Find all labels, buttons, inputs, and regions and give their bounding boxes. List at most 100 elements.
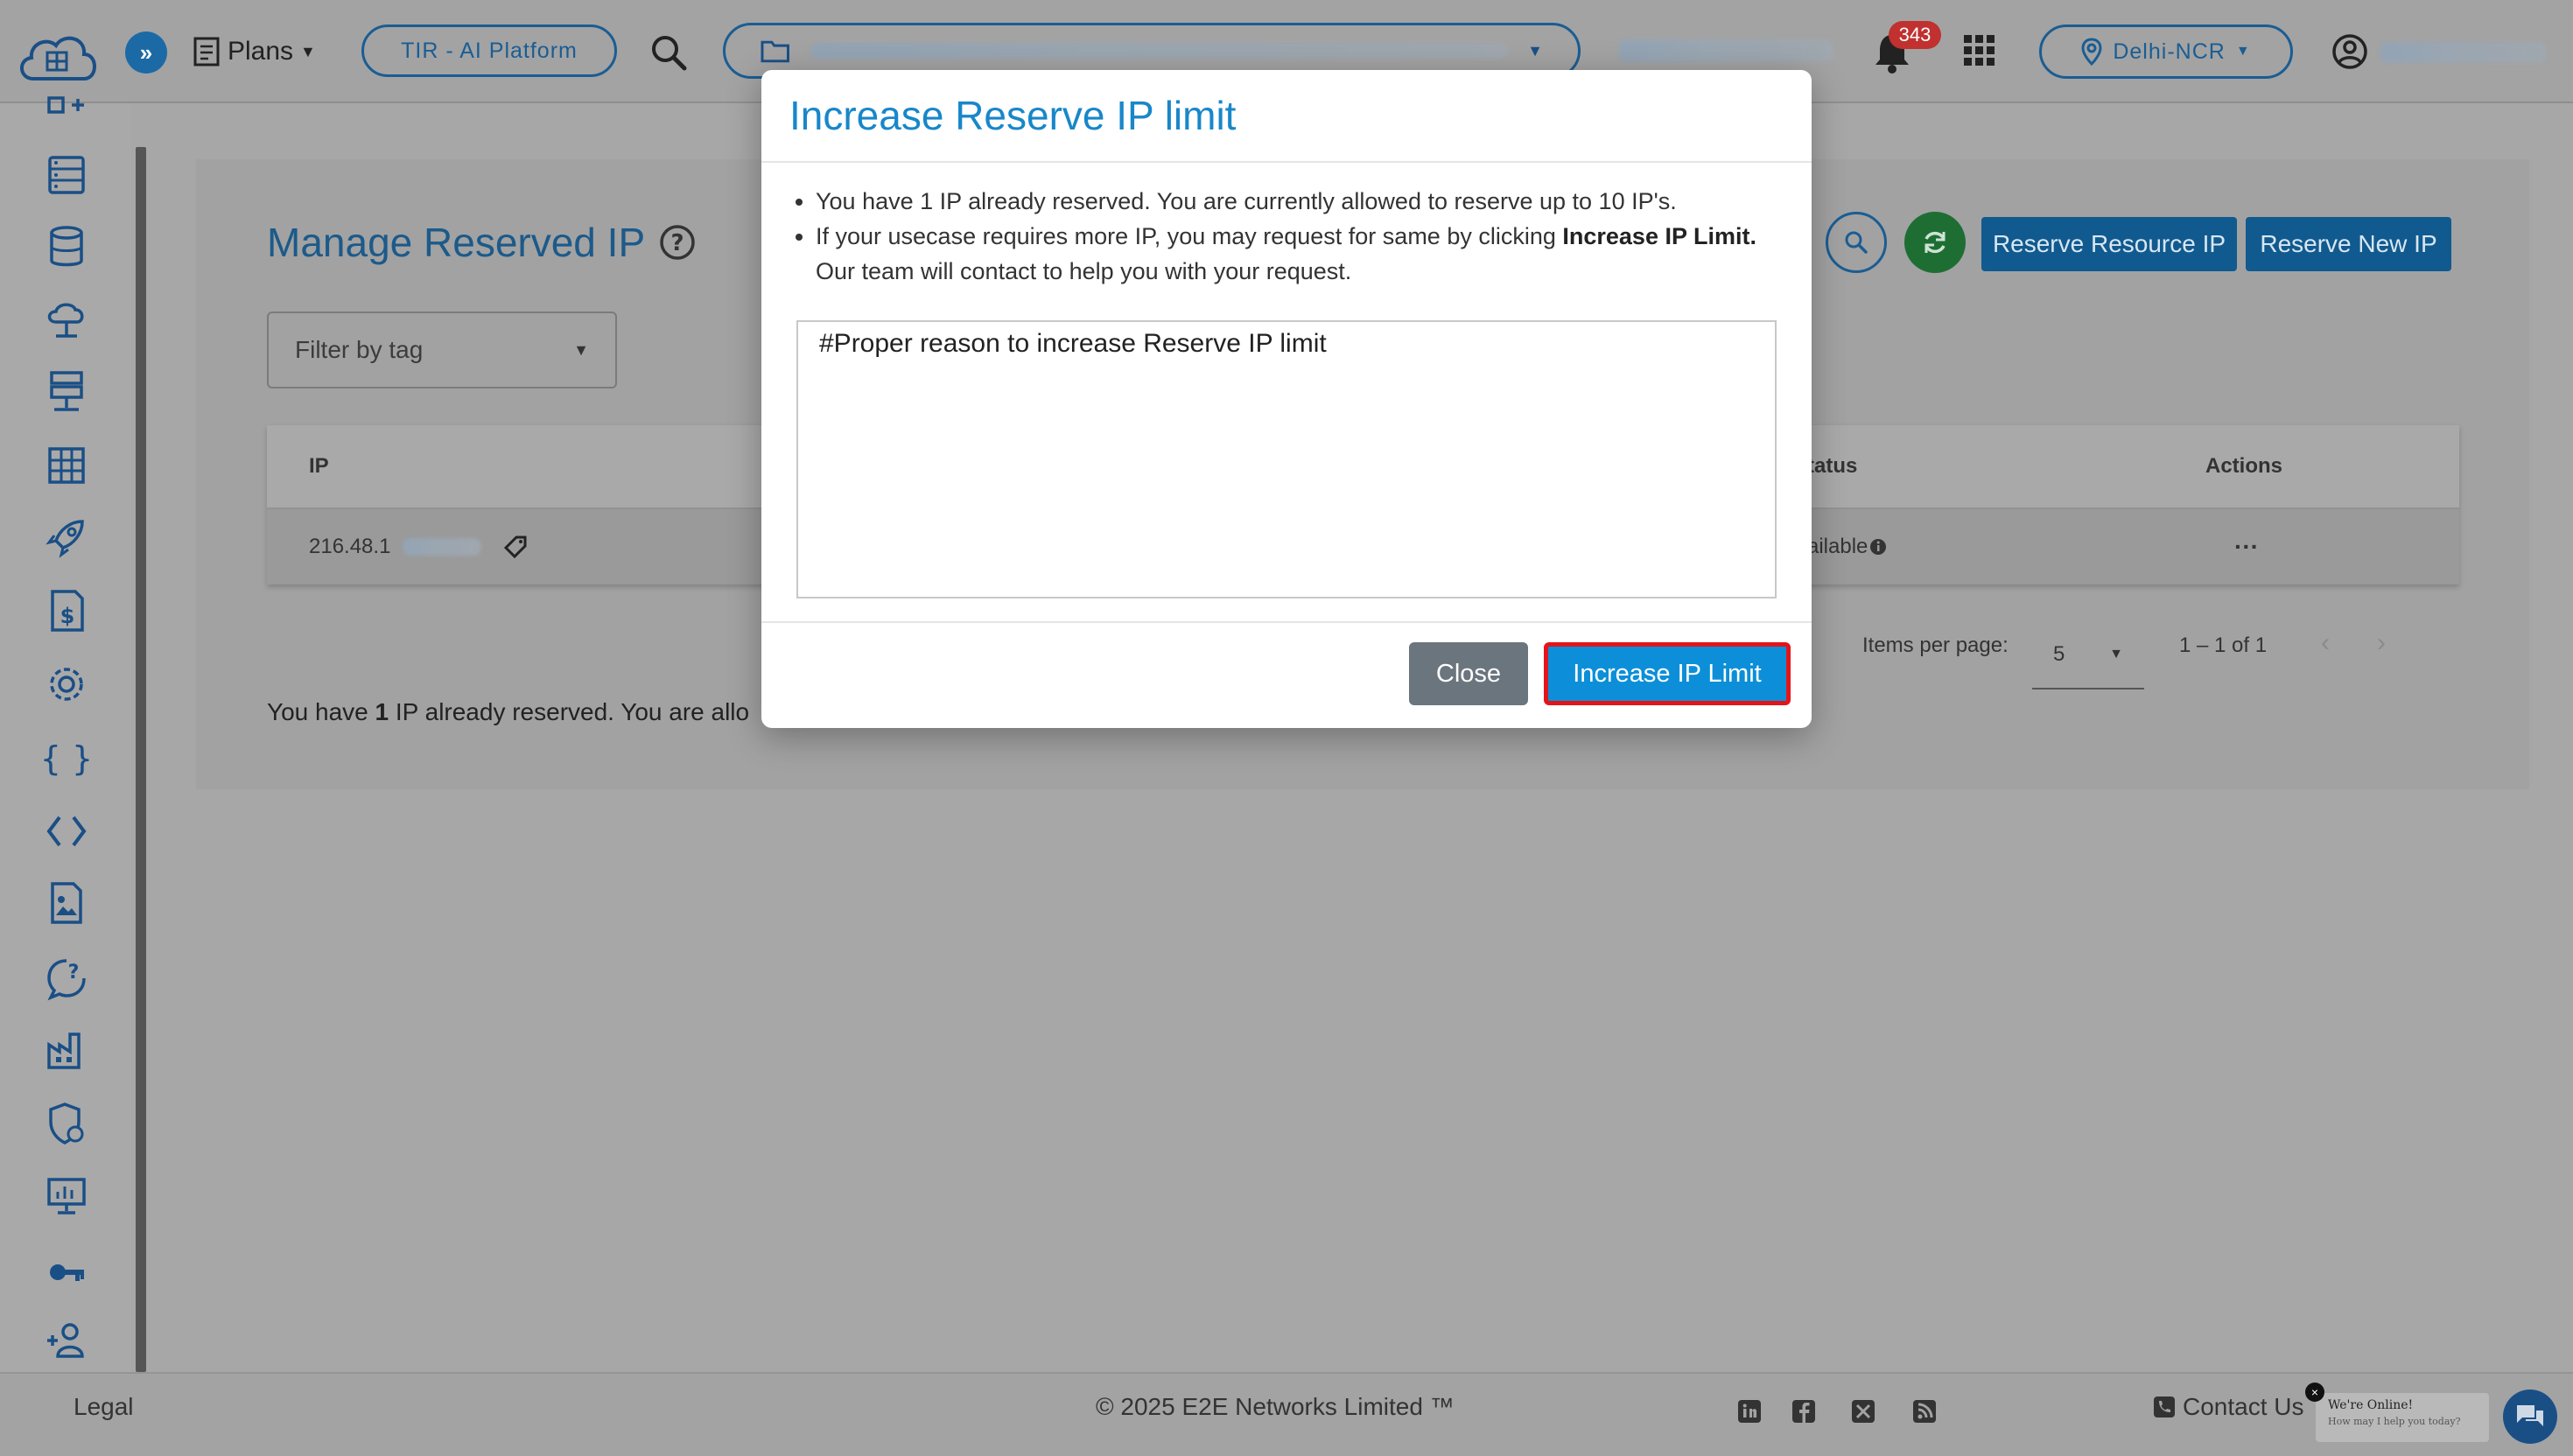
chat-line1: We're Online! xyxy=(2328,1398,2414,1412)
chat-popup[interactable]: We're Online! How may I help you today? xyxy=(2316,1393,2489,1442)
page-title-text: Manage Reserved IP xyxy=(267,220,646,265)
add-user-icon[interactable] xyxy=(44,1318,89,1363)
bullet2-post: Our team will contact to help you with y… xyxy=(816,258,1352,284)
search-icon[interactable] xyxy=(648,32,690,74)
user-email-redacted xyxy=(1619,39,1833,62)
image-file-icon[interactable] xyxy=(44,880,89,926)
chevron-down-icon: ▼ xyxy=(2235,44,2251,59)
refresh-icon xyxy=(1924,231,1946,254)
rocket-icon[interactable] xyxy=(44,514,89,560)
page-size-value: 5 xyxy=(2053,642,2065,666)
list-item: You have 1 IP already reserved. You are … xyxy=(816,184,1787,219)
region-selector[interactable]: Delhi-NCR ▼ xyxy=(2039,24,2293,79)
legal-link[interactable]: Legal xyxy=(74,1393,134,1421)
filter-by-tag-select[interactable]: Filter by tag ▼ xyxy=(267,312,617,388)
account-icon[interactable] xyxy=(2331,33,2368,70)
note-count: 1 xyxy=(375,698,389,725)
pagination-range: 1 – 1 of 1 xyxy=(2179,634,2268,657)
monitor-chart-icon[interactable] xyxy=(44,1172,89,1218)
account-name-redacted xyxy=(2380,42,2547,63)
close-button[interactable]: Close xyxy=(1409,642,1528,705)
x-twitter-icon[interactable] xyxy=(1850,1398,1876,1424)
braces-icon[interactable]: { } xyxy=(40,735,93,780)
phone-icon xyxy=(2154,1396,2175,1418)
add-node-icon[interactable] xyxy=(44,96,89,122)
dialog-title: Increase Reserve IP limit xyxy=(789,93,1237,138)
rss-icon[interactable] xyxy=(1911,1398,1938,1424)
row-actions-menu[interactable]: ··· xyxy=(2234,509,2259,584)
chevron-down-icon: ▼ xyxy=(300,42,316,60)
server-icon[interactable] xyxy=(44,152,89,198)
next-page-icon[interactable]: › xyxy=(2377,628,2386,658)
chat-close-icon[interactable]: × xyxy=(2305,1382,2324,1402)
tir-platform-button[interactable]: TIR - AI Platform xyxy=(361,24,617,77)
help-question-icon[interactable]: ? xyxy=(659,224,696,261)
ip-address: 216.48.1 xyxy=(309,535,391,558)
cloud-logo-icon[interactable] xyxy=(16,26,100,88)
increase-ip-limit-button[interactable]: Increase IP Limit xyxy=(1544,642,1791,705)
note-prefix: You have xyxy=(267,698,375,725)
svg-text:{ }: { } xyxy=(44,739,89,778)
info-icon[interactable] xyxy=(1869,538,1887,556)
page-title: Manage Reserved IP ? xyxy=(267,219,696,266)
filter-placeholder: Filter by tag xyxy=(295,336,424,363)
plans-menu[interactable]: Plans ▼ xyxy=(193,30,316,74)
chat-line2: How may I help you today? xyxy=(2328,1416,2461,1427)
help-chat-icon[interactable]: ? xyxy=(44,956,89,1001)
linkedin-icon[interactable] xyxy=(1736,1398,1763,1424)
caret-down-icon: ▼ xyxy=(2109,647,2123,662)
refresh-button[interactable] xyxy=(1904,212,1966,273)
sidebar-scrollbar[interactable] xyxy=(136,147,146,1372)
caret-down-icon: ▼ xyxy=(573,340,589,359)
chat-bubble-button[interactable] xyxy=(2503,1390,2557,1444)
items-per-page-label: Items per page: xyxy=(1862,634,2009,657)
status-text: ailable xyxy=(1807,535,1868,558)
chevron-down-icon: ▼ xyxy=(1527,41,1543,60)
list-item: If your usecase requires more IP, you ma… xyxy=(816,219,1787,289)
tag-edit-icon[interactable] xyxy=(502,534,529,560)
status-cell: ailable xyxy=(1807,509,1887,584)
reserve-new-ip-button[interactable]: Reserve New IP xyxy=(2246,217,2451,271)
grid-table-icon[interactable] xyxy=(44,443,89,488)
bullet2-pre: If your usecase requires more IP, you ma… xyxy=(816,223,1563,249)
notification-badge: 343 xyxy=(1889,21,1941,49)
column-header-status: tatus xyxy=(1807,454,1858,478)
contact-us-label: Contact Us xyxy=(2183,1393,2304,1420)
ip-redacted xyxy=(403,538,482,556)
region-label: Delhi-NCR xyxy=(2113,38,2226,64)
dialog-body: You have 1 IP already reserved. You are … xyxy=(789,184,1787,289)
plans-doc-icon xyxy=(193,37,220,66)
reserved-count-note: You have 1 IP already reserved. You are … xyxy=(267,698,766,726)
svg-text:$: $ xyxy=(60,604,75,628)
info-list: You have 1 IP already reserved. You are … xyxy=(789,184,1787,289)
cloud-network-icon[interactable] xyxy=(44,298,89,343)
key-icon[interactable] xyxy=(44,1250,89,1295)
note-suffix: IP already reserved. You are allo xyxy=(389,698,750,725)
column-header-actions: Actions xyxy=(2205,454,2283,478)
network-server-icon[interactable] xyxy=(44,369,89,415)
billing-icon[interactable]: $ xyxy=(44,588,89,634)
page-size-select[interactable]: 5 ▼ xyxy=(2032,621,2144,690)
svg-text:?: ? xyxy=(68,962,80,984)
expand-sidebar-button[interactable]: » xyxy=(125,32,167,74)
reserve-resource-ip-button[interactable]: Reserve Resource IP xyxy=(1981,217,2237,271)
bullet2-bold: Increase IP Limit. xyxy=(1562,223,1756,249)
facebook-icon[interactable] xyxy=(1791,1398,1817,1424)
contact-us-link[interactable]: Contact Us xyxy=(2153,1393,2304,1421)
security-shield-icon[interactable] xyxy=(44,1101,89,1146)
ip-cell: 216.48.1 xyxy=(309,509,529,584)
apps-grid-icon[interactable] xyxy=(1964,35,1995,66)
database-icon[interactable] xyxy=(44,224,89,270)
copyright-text: © 2025 E2E Networks Limited ™ xyxy=(1096,1393,1455,1420)
increase-reserve-ip-dialog: Increase Reserve IP limit You have 1 IP … xyxy=(761,70,1812,728)
svg-text:?: ? xyxy=(671,230,684,256)
dialog-header: Increase Reserve IP limit xyxy=(761,70,1812,163)
search-icon xyxy=(1845,231,1868,254)
factory-icon[interactable] xyxy=(44,1027,89,1073)
search-ip-button[interactable] xyxy=(1826,212,1887,273)
folder-icon xyxy=(761,40,789,63)
code-icon[interactable] xyxy=(44,808,89,854)
reason-textarea[interactable]: #Proper reason to increase Reserve IP li… xyxy=(796,320,1777,598)
gear-icon[interactable] xyxy=(44,662,89,707)
prev-page-icon[interactable]: ‹ xyxy=(2321,628,2330,658)
